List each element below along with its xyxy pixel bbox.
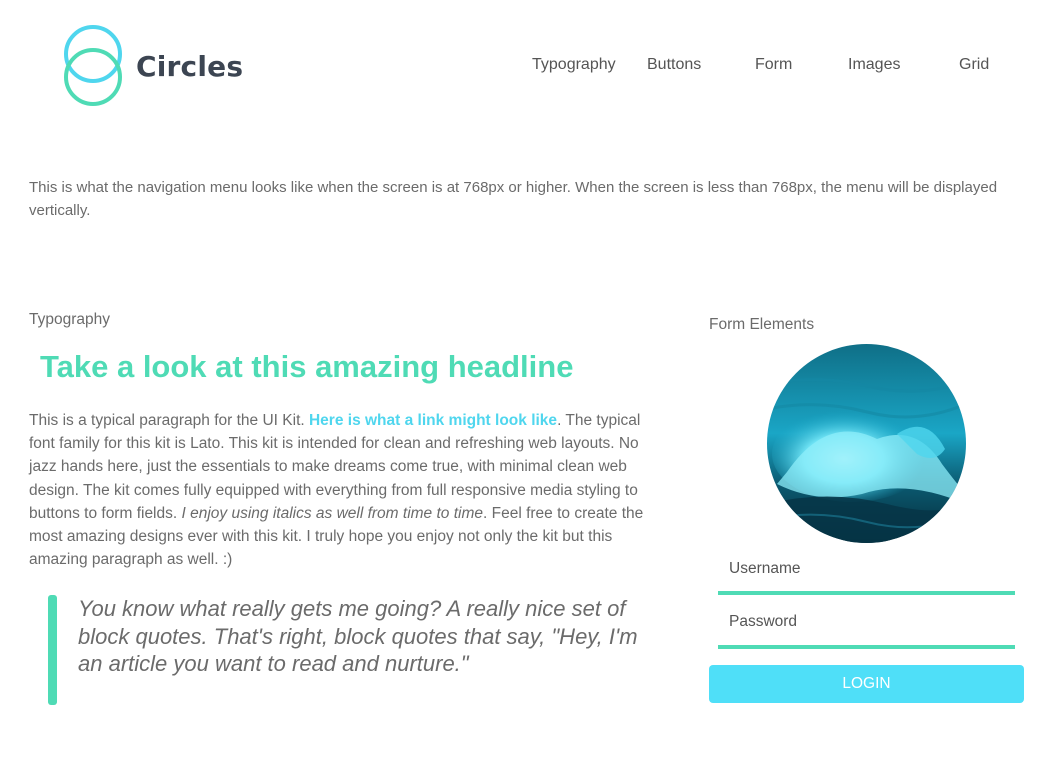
- blockquote: You know what really gets me going? A re…: [78, 596, 638, 676]
- nav-item-typography[interactable]: Typography: [532, 56, 616, 74]
- headline: Take a look at this amazing headline: [40, 349, 574, 384]
- username-input[interactable]: [718, 553, 1015, 589]
- nav-item-grid[interactable]: Grid: [959, 56, 989, 74]
- password-input[interactable]: [718, 606, 1015, 642]
- password-underline: [718, 645, 1015, 649]
- password-field[interactable]: [718, 606, 1015, 642]
- nav-description: This is what the navigation menu looks l…: [29, 179, 998, 219]
- italic-text: I enjoy using italics as well from time …: [181, 504, 484, 522]
- typography-label: Typography: [29, 311, 110, 328]
- form-elements-label: Form Elements: [709, 316, 815, 333]
- main-nav: Typography Buttons Form Images Grid: [0, 56, 1052, 78]
- login-button[interactable]: LOGIN: [709, 665, 1024, 703]
- username-underline: [718, 591, 1015, 595]
- nav-item-buttons[interactable]: Buttons: [647, 56, 701, 74]
- paragraph-text: This is a typical paragraph for the UI K…: [29, 412, 309, 429]
- sample-paragraph: This is a typical paragraph for the UI K…: [29, 409, 669, 571]
- username-field[interactable]: [718, 553, 1015, 589]
- nav-item-images[interactable]: Images: [848, 56, 900, 74]
- blockquote-bar: [48, 595, 57, 705]
- ocean-wave-photo: [767, 344, 966, 543]
- sample-link[interactable]: Here is what a link might look like: [309, 412, 557, 429]
- nav-item-form[interactable]: Form: [755, 56, 792, 74]
